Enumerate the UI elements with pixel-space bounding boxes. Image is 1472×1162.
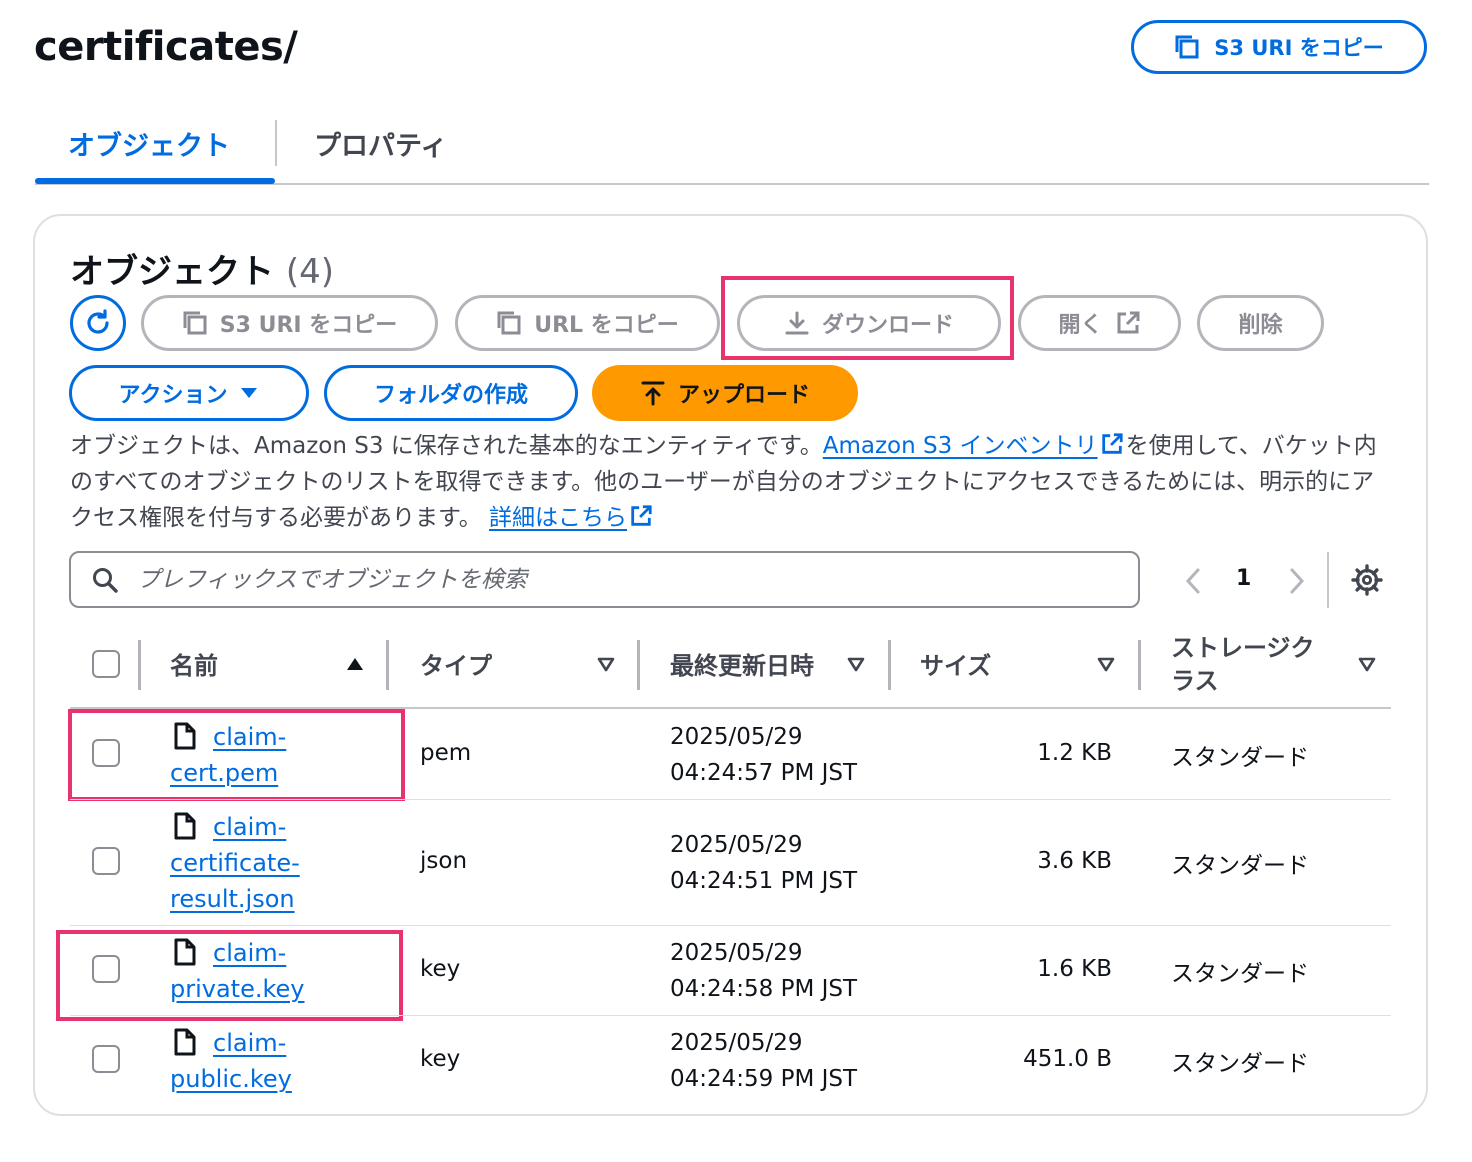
open-label: 開く — [1058, 313, 1103, 338]
upload-label: アップロード — [677, 383, 810, 408]
delete-label: 削除 — [1238, 313, 1283, 338]
object-type: key — [420, 1046, 461, 1072]
copy-s3-uri-label: S3 URI をコピー — [1214, 36, 1384, 60]
object-last-modified: 2025/05/29 04:24:58 PM JST — [670, 935, 857, 1007]
description-text-1: オブジェクトは、Amazon S3 に保存された基本的なエンティティです。 — [70, 433, 823, 459]
row-checkbox[interactable] — [92, 1045, 120, 1073]
chevron-left-icon[interactable] — [1182, 567, 1206, 595]
column-separator — [138, 640, 141, 690]
column-separator — [1138, 640, 1141, 690]
tab-properties[interactable]: プロパティ — [314, 124, 447, 163]
search-field[interactable] — [69, 551, 1140, 608]
object-storage-class: スタンダード — [1171, 745, 1309, 771]
tab-objects[interactable]: オブジェクト — [68, 124, 230, 163]
caret-down-icon — [239, 386, 259, 400]
row-highlight — [56, 930, 403, 1021]
column-separator — [637, 640, 640, 690]
create-folder-label: フォルダの作成 — [373, 383, 528, 408]
gear-icon[interactable] — [1350, 563, 1384, 597]
objects-description: オブジェクトは、Amazon S3 に保存された基本的なエンティティです。Ama… — [70, 428, 1390, 536]
copy-icon — [496, 310, 522, 336]
row-checkbox[interactable] — [92, 847, 120, 875]
search-icon — [91, 566, 119, 594]
object-name[interactable]: claim-public.key — [170, 1029, 292, 1093]
object-count: (4) — [285, 252, 335, 292]
external-link-icon — [629, 504, 653, 528]
row-divider — [70, 1015, 1391, 1016]
copy-icon — [1174, 34, 1200, 60]
column-header-type[interactable]: タイプ — [420, 646, 492, 681]
object-name-link[interactable]: claim-certificate-result.json — [170, 809, 320, 917]
date: 2025/05/29 — [670, 940, 803, 966]
object-storage-class: スタンダード — [1171, 1051, 1309, 1077]
active-tab-indicator — [35, 178, 275, 184]
external-link-icon — [1115, 310, 1141, 336]
object-type: json — [420, 848, 468, 874]
column-separator — [888, 640, 891, 690]
object-type: pem — [420, 740, 472, 766]
learn-more-link[interactable]: 詳細はこちら — [489, 505, 627, 531]
copy-s3-uri-button[interactable]: S3 URI をコピー — [1131, 20, 1427, 74]
actions-dropdown[interactable]: アクション — [69, 365, 309, 421]
time: 04:24:58 PM JST — [670, 976, 858, 1002]
download-highlight — [721, 276, 1014, 360]
object-size: 451.0 B — [1023, 1046, 1112, 1072]
time: 04:24:57 PM JST — [670, 760, 858, 786]
row-highlight — [68, 709, 405, 801]
row-divider — [70, 799, 1391, 800]
sort-descending-icon[interactable] — [1357, 656, 1377, 672]
copy-s3-uri-label: S3 URI をコピー — [219, 313, 398, 338]
sort-descending-icon[interactable] — [846, 656, 866, 672]
tab-separator — [275, 120, 277, 166]
delete-button[interactable]: 削除 — [1197, 295, 1324, 351]
sort-descending-icon[interactable] — [1096, 656, 1116, 672]
objects-panel-title: オブジェクト (4) — [70, 244, 334, 293]
current-page[interactable]: 1 — [1236, 566, 1251, 591]
object-name[interactable]: claim-certificate-result.json — [170, 813, 300, 913]
inventory-link[interactable]: Amazon S3 インベントリ — [823, 433, 1098, 459]
object-storage-class: スタンダード — [1171, 853, 1309, 879]
actions-label: アクション — [118, 383, 228, 408]
object-type: key — [420, 956, 461, 982]
copy-url-button[interactable]: URL をコピー — [455, 295, 720, 351]
column-header-name[interactable]: 名前 — [170, 646, 218, 681]
object-storage-class: スタンダード — [1171, 961, 1309, 987]
object-last-modified: 2025/05/29 04:24:51 PM JST — [670, 827, 857, 899]
chevron-right-icon[interactable] — [1284, 567, 1308, 595]
object-last-modified: 2025/05/29 04:24:59 PM JST — [670, 1025, 857, 1097]
date: 2025/05/29 — [670, 832, 803, 858]
column-header-last-modified[interactable]: 最終更新日時 — [670, 646, 814, 681]
panel-title-text: オブジェクト — [70, 252, 274, 292]
upload-button[interactable]: アップロード — [592, 365, 858, 421]
date: 2025/05/29 — [670, 724, 803, 750]
object-size: 1.2 KB — [1037, 740, 1112, 766]
object-size: 1.6 KB — [1037, 956, 1112, 982]
search-input[interactable] — [135, 565, 1138, 594]
date: 2025/05/29 — [670, 1030, 803, 1056]
refresh-button[interactable] — [70, 295, 126, 351]
time: 04:24:59 PM JST — [670, 1066, 858, 1092]
column-header-size[interactable]: サイズ — [920, 646, 991, 681]
page-title: certificates/ — [34, 24, 298, 70]
column-separator — [386, 640, 389, 690]
sort-ascending-icon[interactable] — [345, 656, 365, 672]
column-header-storage-class[interactable]: ストレージクラス — [1171, 632, 1331, 698]
time: 04:24:51 PM JST — [670, 868, 858, 894]
object-name-link[interactable]: claim-public.key — [170, 1025, 320, 1097]
object-size: 3.6 KB — [1037, 848, 1112, 874]
select-all-checkbox[interactable] — [92, 650, 120, 678]
pager-separator — [1327, 552, 1329, 608]
copy-s3-uri-button-disabled[interactable]: S3 URI をコピー — [141, 295, 438, 351]
row-divider — [70, 925, 1391, 926]
upload-icon — [640, 380, 666, 406]
open-button[interactable]: 開く — [1018, 295, 1181, 351]
copy-icon — [182, 310, 208, 336]
external-link-icon — [1100, 432, 1124, 456]
sort-descending-icon[interactable] — [596, 656, 616, 672]
create-folder-button[interactable]: フォルダの作成 — [324, 365, 578, 421]
copy-url-label: URL をコピー — [534, 313, 679, 338]
refresh-icon — [83, 308, 113, 338]
object-last-modified: 2025/05/29 04:24:57 PM JST — [670, 719, 857, 791]
